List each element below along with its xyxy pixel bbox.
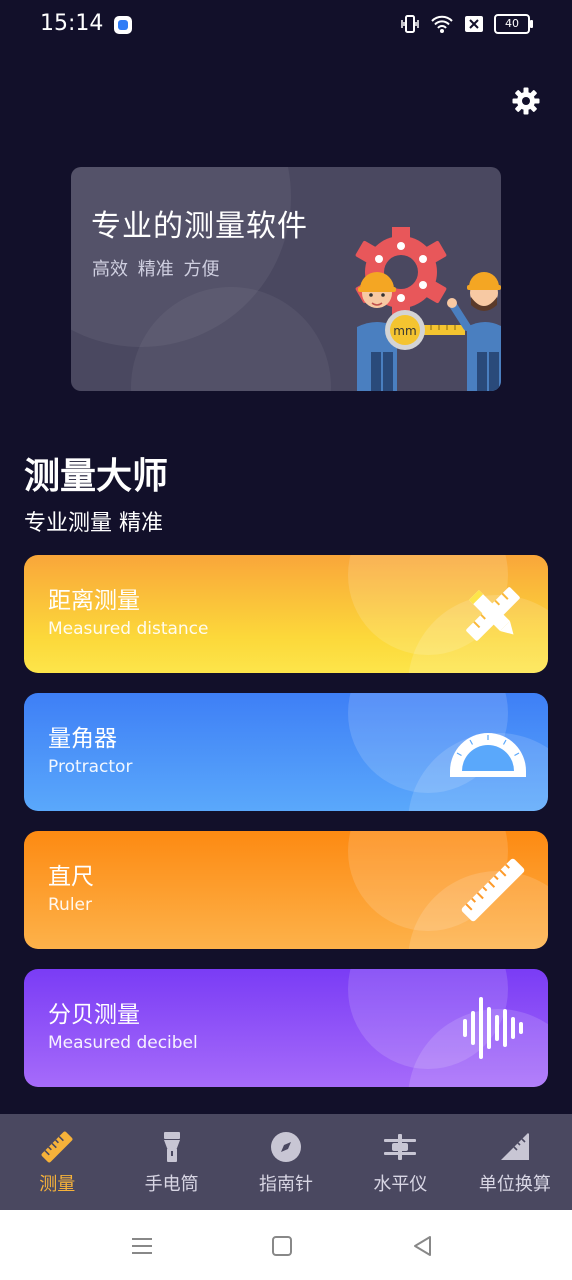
wifi-icon <box>431 15 453 33</box>
tab-label: 手电筒 <box>144 1174 199 1195</box>
status-bar: 15:14 40 <box>0 0 572 52</box>
app-title: 测量大师 <box>24 456 169 497</box>
decibel-measure-card[interactable]: 分贝测量 Measured decibel <box>24 969 548 1087</box>
card-title: 分贝测量 <box>48 1002 140 1028</box>
card-subtitle: Measured decibel <box>48 1033 198 1053</box>
protractor-icon <box>450 733 526 777</box>
app-subtitle: 专业测量 精准 <box>24 511 163 536</box>
gear-icon[interactable] <box>511 86 541 116</box>
tab-label: 指南针 <box>259 1174 314 1195</box>
card-subtitle: Protractor <box>48 757 133 777</box>
card-subtitle: Measured distance <box>48 619 209 639</box>
level-icon <box>384 1134 417 1160</box>
tab-label: 测量 <box>39 1174 76 1195</box>
tab-compass[interactable]: 指南针 <box>229 1114 343 1210</box>
menu-icon[interactable] <box>128 1232 156 1260</box>
battery-icon: 40 <box>494 14 533 34</box>
ruler-icon <box>41 1131 73 1163</box>
card-title: 距离测量 <box>48 588 140 614</box>
sound-wave-icon <box>463 997 523 1059</box>
flashlight-icon <box>163 1132 180 1162</box>
card-title: 直尺 <box>48 864 94 890</box>
app-icon <box>114 16 132 34</box>
ruler-icon <box>461 858 525 922</box>
tape-measure-label: mm <box>393 324 416 338</box>
status-icons: 40 <box>400 14 533 34</box>
vibrate-icon <box>401 15 419 33</box>
tab-level[interactable]: 水平仪 <box>343 1114 457 1210</box>
tab-label: 单位换算 <box>478 1174 551 1195</box>
protractor-card[interactable]: 量角器 Protractor <box>24 693 548 811</box>
unit-convert-icon <box>500 1133 529 1160</box>
workers-measuring-illustration: mm <box>355 227 501 391</box>
status-time: 15:14 <box>40 11 104 36</box>
tab-flashlight[interactable]: 手电筒 <box>114 1114 228 1210</box>
home-icon[interactable] <box>268 1232 296 1260</box>
tab-unit-convert[interactable]: 单位换算 <box>458 1114 572 1210</box>
ruler-pencil-icon <box>466 587 520 641</box>
tab-label: 水平仪 <box>373 1174 428 1195</box>
system-nav-bar <box>0 1210 572 1280</box>
tab-measure[interactable]: 测量 <box>0 1114 114 1210</box>
back-icon[interactable] <box>409 1232 437 1260</box>
sim-off-icon <box>465 16 483 32</box>
promo-banner: 专业的测量软件 高效 精准 方便 mm <box>71 167 501 391</box>
card-title: 量角器 <box>48 726 117 752</box>
banner-subtitle: 高效 精准 方便 <box>92 259 220 280</box>
ruler-card[interactable]: 直尺 Ruler <box>24 831 548 949</box>
compass-icon <box>271 1132 302 1162</box>
card-subtitle: Ruler <box>48 895 92 915</box>
bottom-tab-bar: 测量 手电筒 指南针 水平仪 单位换算 <box>0 1114 572 1210</box>
banner-title: 专业的测量软件 <box>91 209 308 244</box>
distance-measure-card[interactable]: 距离测量 Measured distance <box>24 555 548 673</box>
